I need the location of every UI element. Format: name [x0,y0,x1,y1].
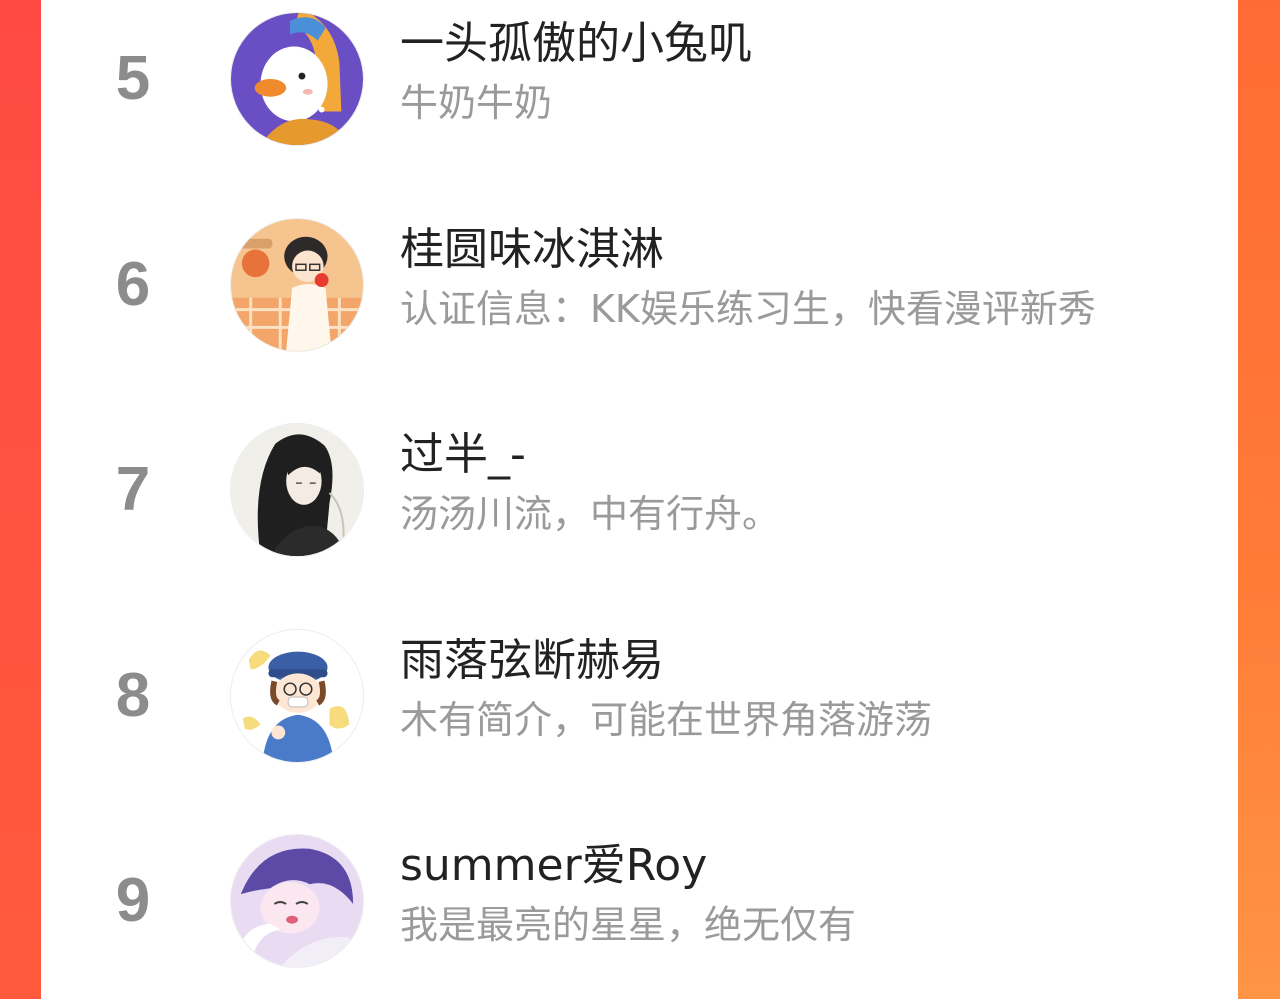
rank-number: 8 [113,661,153,731]
user-bio: 认证信息：KK娱乐练习生，快看漫评新秀 [400,282,1096,336]
user-bio: 牛奶牛奶 [400,76,552,130]
rank-number: 7 [113,455,153,525]
ranking-row[interactable]: 7 过半_- 汤汤川流，中有行舟。 [41,411,1238,616]
cartoon-hat-avatar-icon[interactable] [230,629,364,763]
user-name[interactable]: 桂圆味冰淇淋 [400,220,664,280]
longhair-avatar-icon[interactable] [230,423,364,557]
user-name[interactable]: 一头孤傲的小兔叽 [400,14,752,74]
user-bio: 汤汤川流，中有行舟。 [400,487,780,541]
right-background-strip [1238,0,1280,999]
left-background-strip [0,0,41,999]
anime-boy-avatar-icon[interactable] [230,834,364,968]
user-name[interactable]: 雨落弦断赫易 [400,631,664,691]
rank-number: 5 [113,44,153,114]
ranking-row[interactable]: 8 雨落弦断赫易 木有简介，可能在世界角落游荡 [41,617,1238,822]
rank-number: 6 [113,250,153,320]
ranking-row[interactable]: 5 一头孤傲的小兔叽 牛奶牛奶 [41,0,1238,205]
ranking-row[interactable]: 6 桂圆味冰淇淋 认证信息：KK娱乐练习生，快看漫评新秀 [41,206,1238,411]
rank-number: 9 [113,866,153,936]
user-bio: 我是最亮的星星，绝无仅有 [400,898,856,952]
ranking-list-panel[interactable]: 5 一头孤傲的小兔叽 牛奶牛奶 6 [41,0,1238,999]
duck-avatar-icon[interactable] [230,12,364,146]
user-bio: 木有简介，可能在世界角落游荡 [400,693,932,747]
ranking-row[interactable]: 9 summer爱Roy 我是最亮的星星，绝无仅有 [41,822,1238,999]
boy-eating-avatar-icon[interactable] [230,218,364,352]
user-name[interactable]: summer爱Roy [400,836,707,896]
user-name[interactable]: 过半_- [400,425,526,485]
